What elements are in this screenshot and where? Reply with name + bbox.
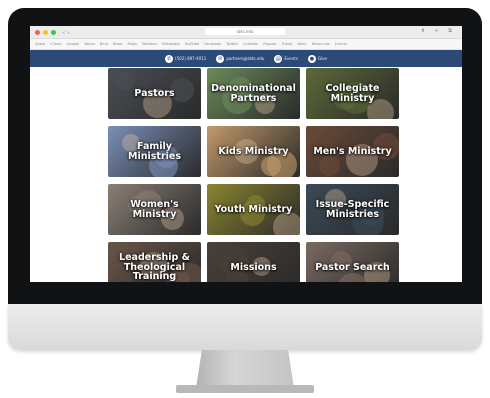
tile-pastors[interactable]: Pastors: [108, 68, 201, 119]
toolbar-icons[interactable]: ⬆ + ⧉: [421, 28, 456, 34]
tile-photo: [273, 212, 300, 235]
tile-label: Collegiate Ministry: [325, 83, 380, 104]
bookmark-link[interactable]: Work: [297, 42, 306, 46]
monitor-stand-base: [176, 385, 314, 393]
bookmark-link[interactable]: Facebook: [204, 42, 221, 46]
tile-label: Pastor Search: [315, 261, 390, 273]
monitor-stand: [196, 350, 294, 388]
nav-item-label: (502) 897-4011: [175, 56, 207, 61]
bookmark-link[interactable]: News: [113, 42, 123, 46]
nav-item[interactable]: ● Give: [307, 54, 327, 63]
browser-screen: < > sbts.edu ⬆ + ⧉ Apple iCloud Google Yaho…: [30, 26, 462, 282]
nav-item-label: Events: [284, 56, 298, 61]
tile-pastor-search[interactable]: Pastor Search: [306, 242, 399, 282]
tile-issue-specific-ministries[interactable]: Issue-Specific Ministries: [306, 184, 399, 235]
bookmark-link[interactable]: YouTube: [185, 42, 200, 46]
mail-icon: ✉: [216, 54, 225, 63]
browser-titlebar: < > sbts.edu ⬆ + ⧉: [30, 26, 462, 39]
tile-photo: [116, 72, 134, 90]
bookmark-link[interactable]: Maps: [128, 42, 137, 46]
address-bar[interactable]: sbts.edu: [205, 28, 285, 35]
tile-kids-ministry[interactable]: Kids Ministry: [207, 126, 300, 177]
nav-item-label: Give: [317, 56, 327, 61]
tile-label: Issue-Specific Ministries: [315, 199, 390, 220]
tile-label: Kids Ministry: [218, 145, 289, 157]
calendar-icon: ▤: [274, 54, 283, 63]
tile-label: Men's Ministry: [313, 145, 392, 157]
tile-label: Youth Ministry: [214, 203, 293, 215]
bookmark-link[interactable]: Apple: [35, 42, 45, 46]
bookmark-link[interactable]: LinkedIn: [243, 42, 258, 46]
nav-item[interactable]: ✉ partners@sbts.edu: [216, 54, 265, 63]
back-forward-buttons[interactable]: < >: [62, 30, 70, 35]
bookmark-link[interactable]: Yahoo: [84, 42, 95, 46]
bookmark-link[interactable]: Weather: [142, 42, 157, 46]
site-top-navbar: ✆ (502) 897-4011 ✉ partners@sbts.edu ▤ Events…: [30, 50, 462, 67]
bookmark-link[interactable]: Events: [335, 42, 347, 46]
tile-photo: [319, 155, 340, 176]
bookmark-link[interactable]: Popular: [263, 42, 276, 46]
tile-label: Missions: [230, 261, 277, 273]
tile-collegiate-ministry[interactable]: Collegiate Ministry: [306, 68, 399, 119]
bookmark-link[interactable]: Twitter: [226, 42, 238, 46]
tile-label: Pastors: [134, 87, 175, 99]
tile-label: Leadership & Theological Training: [119, 252, 190, 282]
bookmark-link[interactable]: Travel: [282, 42, 293, 46]
bookmark-link[interactable]: iCloud: [50, 42, 61, 46]
tile-label: Family Ministries: [128, 141, 181, 162]
tile-denominational-partners[interactable]: Denominational Partners: [207, 68, 300, 119]
nav-item-label: partners@sbts.edu: [226, 56, 265, 61]
tile-photo: [261, 156, 281, 176]
tile-leadership-theological-training[interactable]: Leadership & Theological Training: [108, 242, 201, 282]
nav-item[interactable]: ▤ Events: [274, 54, 298, 63]
ministry-tile-grid: Pastors Denominational Partners Collegiate…: [108, 68, 400, 282]
tile-label: Women's Ministry: [130, 199, 179, 220]
bookmark-link[interactable]: Bing: [100, 42, 108, 46]
bookmark-link[interactable]: Google: [67, 42, 80, 46]
bookmark-link[interactable]: Wikipedia: [162, 42, 180, 46]
monitor-chin: [8, 304, 482, 350]
phone-icon: ✆: [165, 54, 174, 63]
tile-label: Denominational Partners: [211, 83, 296, 104]
minimize-window-icon[interactable]: [43, 29, 48, 35]
tile-women-s-ministry[interactable]: Women's Ministry: [108, 184, 201, 235]
tile-men-s-ministry[interactable]: Men's Ministry: [306, 126, 399, 177]
tile-missions[interactable]: Missions: [207, 242, 300, 282]
bookmark-link[interactable]: Resources: [312, 42, 330, 46]
nav-item[interactable]: ✆ (502) 897-4011: [165, 54, 207, 63]
tile-family-ministries[interactable]: Family Ministries: [108, 126, 201, 177]
close-window-icon[interactable]: [35, 29, 40, 35]
user-icon: ●: [307, 54, 316, 63]
bookmarks-bar: Apple iCloud Google Yahoo Bing News Maps Weathe…: [30, 39, 462, 50]
tile-youth-ministry[interactable]: Youth Ministry: [207, 184, 300, 235]
maximize-window-icon[interactable]: [51, 29, 56, 35]
